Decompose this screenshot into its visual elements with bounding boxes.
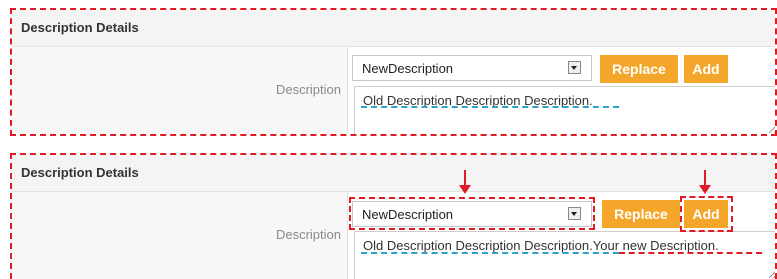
description-text: Old Description Description Description.… — [363, 238, 719, 253]
description-label: Description — [275, 82, 341, 97]
new-text-underline — [619, 252, 762, 254]
replace-button[interactable]: Replace — [600, 55, 678, 83]
panel-title: Description Details — [21, 165, 139, 180]
label-column: Description — [12, 47, 347, 134]
add-button[interactable]: Add — [684, 55, 728, 83]
resize-grip-icon[interactable] — [769, 125, 775, 133]
new-description-text: Your new Description. — [592, 238, 719, 253]
description-label: Description — [275, 227, 341, 242]
column-divider — [347, 47, 348, 134]
column-divider — [347, 192, 348, 279]
chevron-down-icon[interactable] — [568, 61, 581, 74]
description-textarea[interactable]: Old Description Description Description.… — [354, 231, 775, 279]
replace-button[interactable]: Replace — [602, 200, 680, 228]
old-text-underline — [361, 106, 619, 108]
old-text-underline — [361, 252, 619, 254]
panel-title: Description Details — [21, 20, 139, 35]
select-highlight-box — [349, 197, 595, 230]
description-select[interactable]: NewDescription — [352, 55, 592, 81]
description-details-panel-before: Description Details Description NewDescr… — [10, 8, 777, 136]
old-description-text: Old Description Description Description. — [363, 238, 593, 253]
arrow-down-icon — [699, 170, 711, 194]
arrow-down-icon — [459, 170, 471, 194]
add-button-highlight-box — [680, 196, 733, 232]
description-select-value: NewDescription — [362, 61, 454, 76]
description-details-panel-after: Description Details Description NewDescr… — [10, 153, 777, 279]
label-column: Description — [12, 192, 347, 279]
resize-grip-icon[interactable] — [769, 270, 775, 278]
description-textarea[interactable]: Old Description Description Description. — [354, 86, 775, 134]
panel-header: Description Details — [12, 10, 775, 47]
panel-header: Description Details — [12, 155, 775, 192]
